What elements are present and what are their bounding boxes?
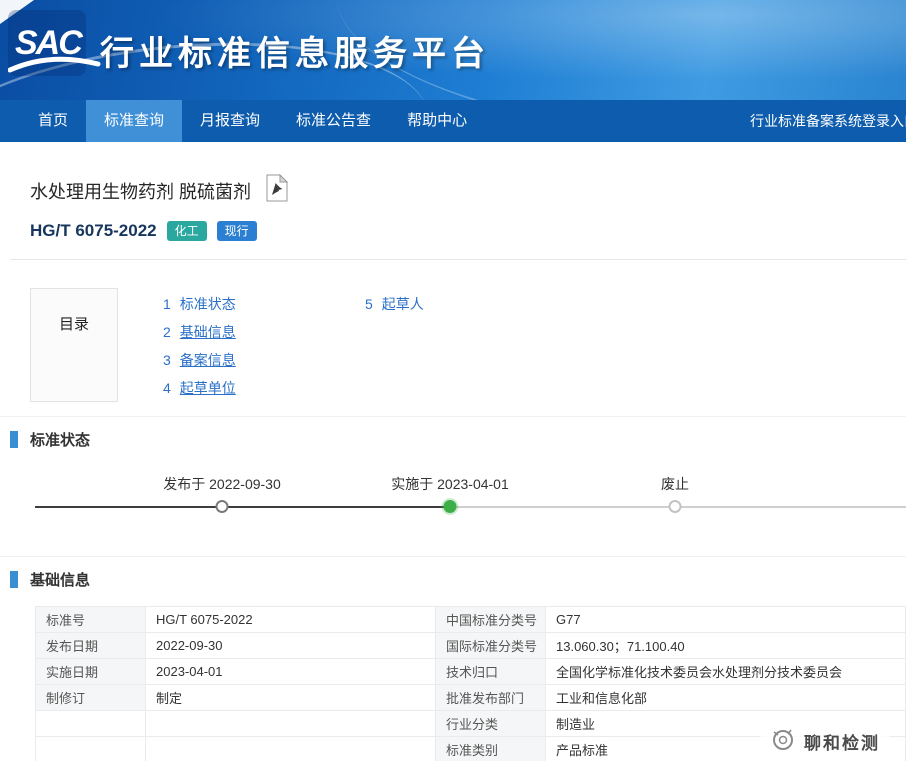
watermark-text: 聊和检测 [804, 729, 880, 754]
document-title: 水处理用生物药剂 脱硫菌剂 [30, 178, 251, 204]
toc-link-drafters[interactable]: 5起草人 [365, 290, 567, 318]
table-row: 制修订 制定 批准发布部门 工业和信息化部 [36, 685, 906, 711]
info-label: 标准号 [36, 607, 146, 633]
info-label: 中国标准分类号 [436, 607, 546, 633]
info-value: 工业和信息化部 [546, 685, 906, 711]
content: 水处理用生物药剂 脱硫菌剂 HG/T 6075-2022 化工 现行 目录 [0, 174, 906, 761]
timeline-line-past [35, 506, 450, 508]
nav-item-standard-announcement[interactable]: 标准公告查 [278, 100, 389, 142]
info-value-empty [146, 711, 436, 737]
section-title-status: 标准状态 [30, 429, 90, 450]
info-value: G77 [546, 607, 906, 633]
section-header-status: 标准状态 [10, 429, 906, 450]
pdf-file-icon[interactable] [265, 174, 289, 207]
info-label: 制修订 [36, 685, 146, 711]
status-timeline: 发布于 2022-09-30 实施于 2023-04-01 废止 [0, 466, 906, 544]
toc-title-box: 目录 [30, 288, 118, 402]
site-title: 行业标准信息服务平台 [100, 26, 490, 75]
info-label-empty [36, 711, 146, 737]
divider [10, 259, 906, 260]
table-row: 标准号 HG/T 6075-2022 中国标准分类号 G77 [36, 607, 906, 633]
info-label-empty [36, 737, 146, 761]
section-accent-bar [10, 431, 18, 448]
toc-link-drafting-unit[interactable]: 4起草单位 [163, 374, 365, 402]
info-label: 技术归口 [436, 659, 546, 685]
info-label: 标准类别 [436, 737, 546, 761]
info-label: 国际标准分类号 [436, 633, 546, 659]
info-label: 实施日期 [36, 659, 146, 685]
camera-lens-icon [770, 726, 796, 757]
timeline-dot-implemented [444, 500, 457, 513]
info-value: 制定 [146, 685, 436, 711]
sac-logo-text: SAC [15, 24, 83, 62]
info-value-empty [146, 737, 436, 761]
main-nav: 首页 标准查询 月报查询 标准公告查 帮助中心 行业标准备案系统登录入口 [0, 100, 906, 142]
info-value: 2022-09-30 [146, 633, 436, 659]
page: SAC 行业标准信息服务平台 首页 标准查询 月报查询 标准公告查 帮助中心 行… [0, 0, 906, 761]
info-label: 发布日期 [36, 633, 146, 659]
nav-item-help-center[interactable]: 帮助中心 [389, 100, 485, 142]
info-label: 批准发布部门 [436, 685, 546, 711]
standard-number: HG/T 6075-2022 [30, 221, 157, 241]
sac-logo[interactable]: SAC [8, 6, 103, 90]
table-row: 实施日期 2023-04-01 技术归口 全国化学标准化技术委员会水处理剂分技术… [36, 659, 906, 685]
toc-link-standard-status[interactable]: 1标准状态 [163, 290, 365, 318]
section-title-basic-info: 基础信息 [30, 569, 90, 590]
toc-link-record-info[interactable]: 3备案信息 [163, 346, 365, 374]
toc-link-basic-info[interactable]: 2基础信息 [163, 318, 365, 346]
section-header-basic-info: 基础信息 [10, 569, 906, 590]
nav-backup-system-login-link[interactable]: 行业标准备案系统登录入口 [750, 100, 906, 142]
info-label: 行业分类 [436, 711, 546, 737]
nav-item-home[interactable]: 首页 [20, 100, 86, 142]
section-separator [0, 556, 906, 557]
timeline-dot-abolished [669, 500, 682, 513]
site-banner: SAC 行业标准信息服务平台 [0, 0, 906, 100]
section-separator [0, 416, 906, 417]
timeline-dot-published [216, 500, 229, 513]
info-value: 13.060.30；71.100.40 [546, 633, 906, 659]
section-accent-bar [10, 571, 18, 588]
badge-status-current: 现行 [217, 221, 257, 241]
info-value: 2023-04-01 [146, 659, 436, 685]
info-value: 全国化学标准化技术委员会水处理剂分技术委员会 [546, 659, 906, 685]
toc-section: 目录 1标准状态 2基础信息 3备案信息 4起草单位 [30, 288, 906, 404]
badge-industry-chemical: 化工 [167, 221, 207, 241]
nav-item-standard-search[interactable]: 标准查询 [86, 100, 182, 142]
nav-item-monthly-report[interactable]: 月报查询 [182, 100, 278, 142]
table-row: 发布日期 2022-09-30 国际标准分类号 13.060.30；71.100… [36, 633, 906, 659]
info-value: HG/T 6075-2022 [146, 607, 436, 633]
watermark: 聊和检测 [760, 723, 890, 760]
